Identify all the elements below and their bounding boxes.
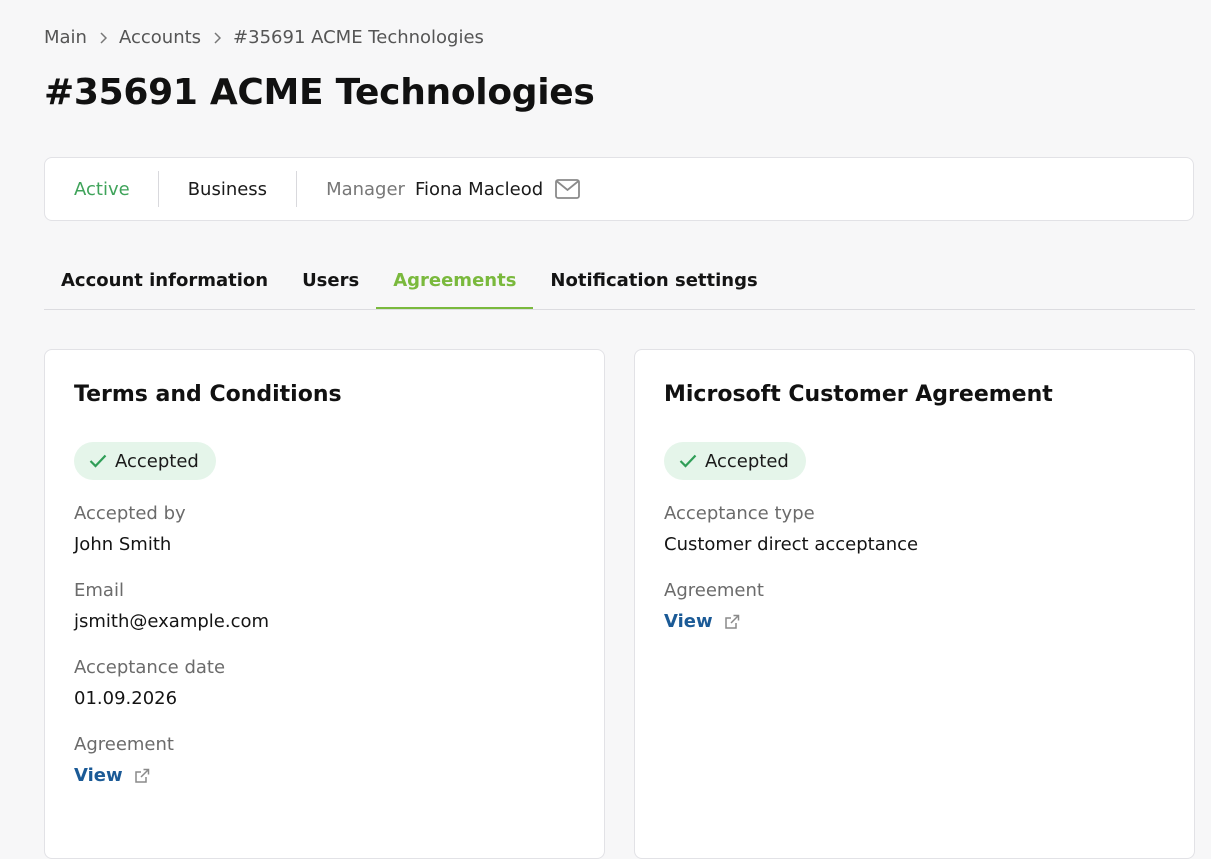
external-link-icon (134, 768, 150, 784)
account-status-card: Active Business Manager Fiona Macleod (44, 157, 1194, 221)
field-label: Email (74, 580, 124, 601)
tab-notification-settings[interactable]: Notification settings (533, 254, 774, 309)
card-title: Terms and Conditions (74, 382, 342, 407)
acceptance-date-value: 01.09.2026 (74, 688, 178, 709)
email-value: jsmith@example.com (74, 611, 270, 632)
tab-agreements[interactable]: Agreements (376, 254, 534, 309)
field-label: Acceptance type (664, 503, 815, 524)
breadcrumb-accounts[interactable]: Accounts (119, 27, 201, 48)
terms-and-conditions-card: Terms and Conditions Accepted Accepted b… (44, 349, 605, 859)
manager-label: Manager (326, 178, 405, 200)
manager-info: Manager Fiona Macleod (297, 158, 581, 220)
accepted-by-field: Accepted by John Smith (74, 502, 575, 557)
external-link-icon (724, 614, 740, 630)
page-title: #35691 ACME Technologies (44, 72, 595, 113)
manager-name: Fiona Macleod (414, 178, 544, 200)
field-label: Agreement (74, 734, 174, 755)
tab-users[interactable]: Users (285, 254, 376, 309)
mail-icon[interactable] (555, 179, 581, 199)
check-icon (89, 454, 107, 468)
field-label: Accepted by (74, 503, 186, 524)
accepted-badge: Accepted (74, 442, 216, 480)
view-link-label: View (74, 765, 123, 786)
field-label: Acceptance date (74, 657, 226, 678)
tab-bar: Account information Users Agreements Not… (44, 254, 1195, 310)
acceptance-type-field: Acceptance type Customer direct acceptan… (664, 502, 1165, 557)
email-field: Email jsmith@example.com (74, 579, 575, 634)
accepted-badge: Accepted (664, 442, 806, 480)
breadcrumb-current: #35691 ACME Technologies (233, 27, 484, 48)
chevron-right-icon (99, 31, 107, 44)
account-type: Business (187, 178, 268, 200)
acceptance-type-value: Customer direct acceptance (664, 534, 919, 555)
view-agreement-link[interactable]: View (74, 764, 150, 788)
breadcrumb: Main Accounts #35691 ACME Technologies (44, 27, 484, 48)
badge-label: Accepted (705, 450, 789, 472)
accepted-by-value: John Smith (74, 534, 172, 555)
breadcrumb-main[interactable]: Main (44, 27, 87, 48)
field-label: Agreement (664, 580, 764, 601)
card-title: Microsoft Customer Agreement (664, 382, 1053, 407)
microsoft-customer-agreement-card: Microsoft Customer Agreement Accepted Ac… (634, 349, 1195, 859)
status-badge: Active (74, 178, 130, 200)
chevron-right-icon (213, 31, 222, 44)
check-icon (679, 454, 697, 468)
view-link-label: View (664, 611, 713, 632)
agreement-field: Agreement View (74, 733, 575, 788)
view-agreement-link[interactable]: View (664, 610, 740, 634)
agreement-field: Agreement View (664, 579, 1165, 634)
tab-account-information[interactable]: Account information (44, 254, 285, 309)
badge-label: Accepted (115, 450, 199, 472)
acceptance-date-field: Acceptance date 01.09.2026 (74, 656, 575, 711)
